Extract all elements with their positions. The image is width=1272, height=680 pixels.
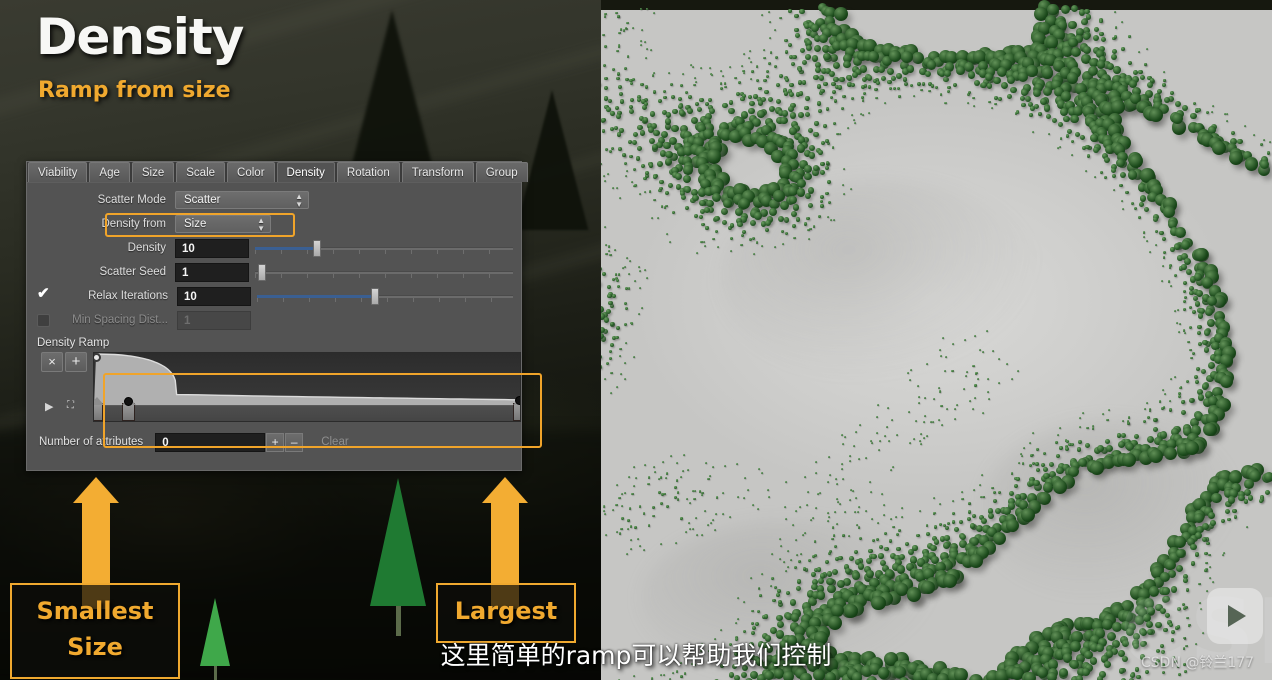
attributes-clear-button[interactable]: Clear (321, 436, 348, 448)
density-ramp-editor[interactable]: × + ▶ ⛶ (37, 352, 521, 422)
tab-bar[interactable]: Viability Age Size Scale Color Density Rotatio… (27, 162, 528, 183)
density-parameter-panel[interactable]: Viability Age Size Scale Color Density Rotatio… (26, 161, 542, 471)
ramp-add-key-button[interactable]: + (65, 352, 87, 372)
ramp-curve-canvas[interactable] (92, 352, 521, 422)
ramp-key-handle[interactable] (122, 397, 137, 421)
screenshot-root: Viability Age Size Scale Color Density Rotatio… (0, 0, 1272, 680)
ramp-side-buttons[interactable]: × + ▶ ⛶ (37, 352, 93, 422)
density-from-value: Size (184, 218, 207, 230)
density-ramp-label: Density Ramp (37, 337, 110, 349)
video-caption: 这里简单的ramp可以帮助我们控制 (440, 641, 832, 670)
slider-handle[interactable] (257, 263, 266, 281)
chevron-updown-icon: ▲ ▼ (295, 192, 303, 209)
foreground-tree-large (370, 478, 426, 636)
tab-rotation[interactable]: Rotation (336, 162, 400, 182)
min-spacing-label: Min Spacing Dist... (72, 314, 168, 326)
row-density-from[interactable]: Density from Size ▲ ▼ (27, 213, 521, 235)
min-spacing-checkbox[interactable] (37, 313, 50, 327)
ramp-fit-icon[interactable]: ⛶ (67, 400, 74, 411)
attributes-input[interactable]: 0 (155, 432, 266, 452)
relax-iterations-label: Relax Iterations (88, 290, 168, 302)
ramp-key-strip (93, 405, 520, 421)
tab-color[interactable]: Color (227, 162, 275, 182)
density-label: Density (127, 242, 166, 254)
min-spacing-input: 1 (177, 310, 251, 330)
relax-iterations-input[interactable]: 10 (177, 286, 251, 306)
check-icon: ✔ (37, 284, 50, 302)
row-number-of-attributes[interactable]: Number of attributes 0 + – Clear (27, 431, 521, 453)
chevron-updown-icon: ▲ ▼ (257, 216, 265, 233)
density-from-dropdown[interactable]: Size ▲ ▼ (175, 215, 271, 233)
ramp-delete-key-button[interactable]: × (41, 352, 63, 372)
row-relax-iterations[interactable]: ✔ Relax Iterations 10 (27, 285, 521, 307)
scatter-seed-slider[interactable] (255, 263, 513, 282)
slider-ticks (257, 297, 513, 302)
density-slider[interactable] (255, 239, 513, 258)
ramp-control-point[interactable] (514, 395, 520, 405)
page-subtitle: Ramp from size (38, 78, 231, 103)
youtube-play-icon (1207, 588, 1263, 644)
attributes-label: Number of attributes (39, 436, 144, 448)
csdn-watermark: CSDN @铃兰177 (1141, 655, 1255, 671)
tab-age[interactable]: Age (89, 162, 130, 182)
scatter-mode-label: Scatter Mode (97, 194, 166, 206)
attributes-minus-button[interactable]: – (285, 432, 304, 452)
ramp-control-point[interactable] (124, 396, 134, 406)
slider-ticks (255, 273, 513, 278)
tab-scale[interactable]: Scale (176, 162, 226, 182)
ramp-curve-svg (93, 353, 520, 407)
row-density[interactable]: Density 10 (27, 237, 521, 259)
row-scatter-mode[interactable]: Scatter Mode Scatter ▲ ▼ (27, 189, 521, 211)
density-from-label: Density from (101, 218, 166, 230)
tab-density[interactable]: Density (276, 162, 335, 182)
ramp-key-handle[interactable] (512, 397, 520, 421)
tab-group[interactable]: Group (475, 162, 528, 182)
scatter-seed-label: Scatter Seed (99, 266, 166, 278)
tab-viability[interactable]: Viability (28, 162, 88, 182)
row-scatter-seed[interactable]: Scatter Seed 1 (27, 261, 521, 283)
row-min-spacing-dist[interactable]: Min Spacing Dist... 1 (27, 309, 521, 331)
attributes-plus-button[interactable]: + (266, 432, 285, 452)
ramp-key-handle[interactable] (93, 397, 105, 421)
slider-handle[interactable] (312, 239, 321, 257)
panel-body: Scatter Mode Scatter ▲ ▼ Density from Siz… (27, 183, 542, 471)
relax-iterations-checkbox[interactable]: ✔ (37, 286, 50, 303)
scatter-mode-value: Scatter (184, 194, 221, 206)
viewport-top-bar (601, 0, 1272, 10)
scatter-mode-dropdown[interactable]: Scatter ▲ ▼ (175, 191, 309, 209)
slider-ticks (255, 249, 513, 254)
terrain-viewport (601, 0, 1272, 680)
relax-iterations-slider[interactable] (257, 287, 513, 306)
slider-handle[interactable] (371, 287, 380, 305)
callout-largest: Largest (436, 583, 576, 643)
callout-line: Largest (454, 597, 558, 625)
density-input[interactable]: 10 (175, 238, 249, 258)
ramp-play-icon[interactable]: ▶ (45, 400, 53, 413)
scatter-seed-input[interactable]: 1 (175, 262, 249, 282)
page-title: Density (36, 8, 244, 66)
tab-size[interactable]: Size (131, 162, 175, 182)
tab-transform[interactable]: Transform (401, 162, 474, 182)
callout-line: Smallest (36, 597, 154, 625)
